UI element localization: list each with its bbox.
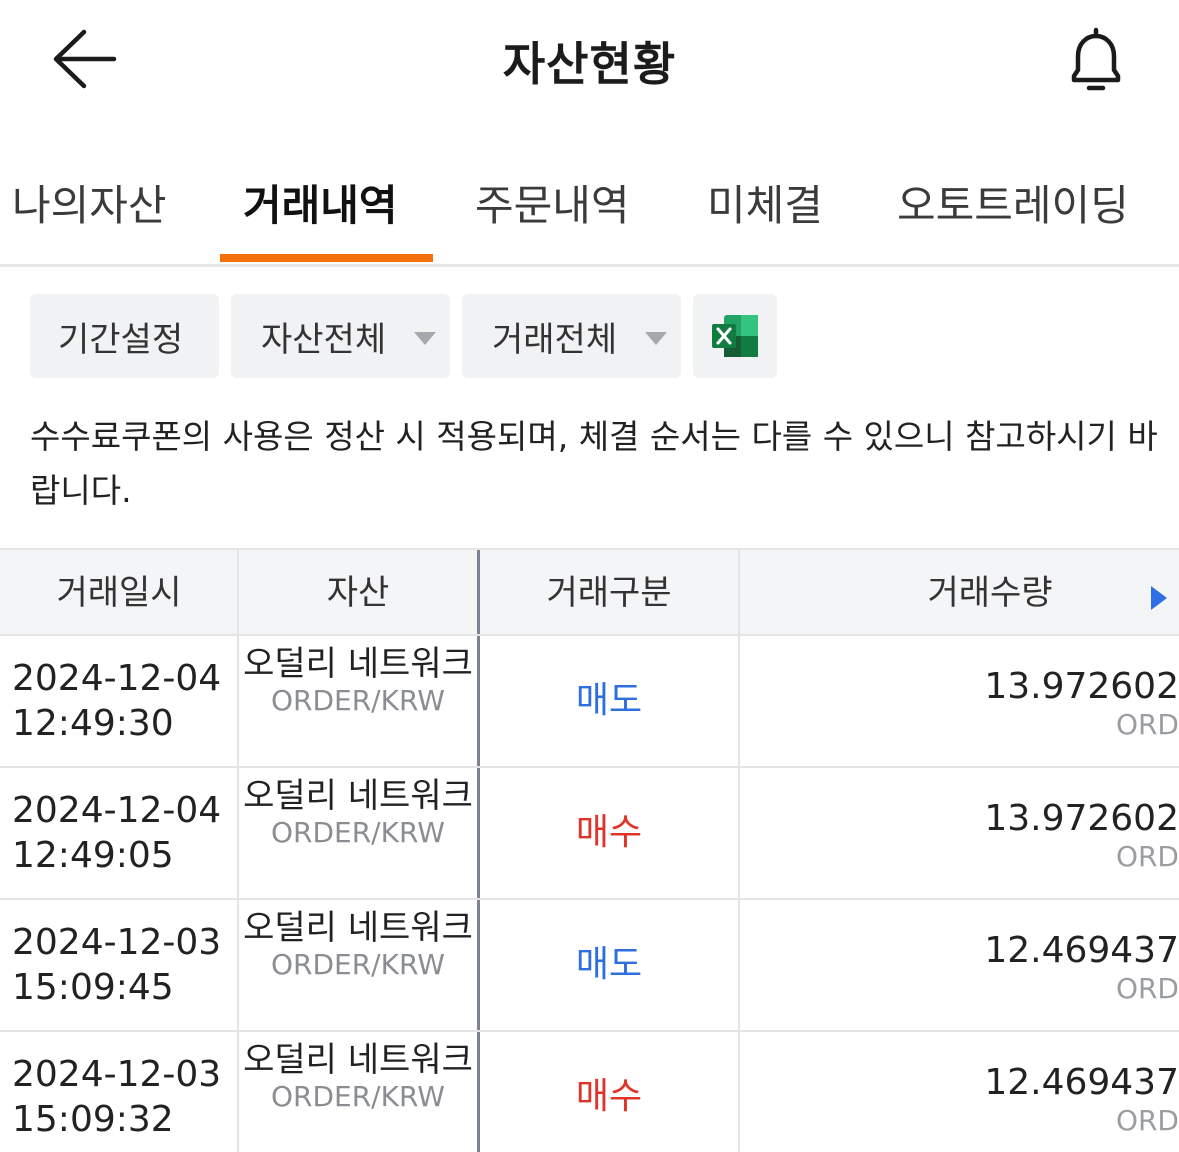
table-header: 거래일시 자산 거래구분 거래수량 <box>0 548 1179 636</box>
quantity-value: 13.972602 <box>984 798 1179 839</box>
quantity-cell: 12.469437 ORD <box>984 930 1179 1006</box>
asset-pair: ORDER/KRW <box>270 816 445 849</box>
column-header-trade-type: 거래구분 <box>546 573 672 613</box>
asset-cell: 오덜리 네트워크 ORDER/KRW <box>240 908 476 982</box>
page-title: 자산현황 <box>502 37 677 91</box>
quantity-cell: 13.972602 ORD <box>984 798 1179 874</box>
column-header-asset: 자산 <box>326 573 390 613</box>
quantity-unit: ORD <box>1115 840 1179 873</box>
quantity-cell: 13.972602 ORD <box>984 666 1179 742</box>
tab-my-assets[interactable]: 나의자산 <box>12 172 167 233</box>
asset-name: 오덜리 네트워크 <box>243 908 473 948</box>
tab-bar: 나의자산 거래내역 주문내역 미체결 오토트레이딩 <box>0 150 1179 267</box>
notification-button[interactable] <box>1060 24 1132 96</box>
quantity-unit: ORD <box>1115 1104 1179 1137</box>
table-row[interactable]: 2024-12-04 12:49:05 오덜리 네트워크 ORDER/KRW 매… <box>0 768 1179 900</box>
asset-cell: 오덜리 네트워크 ORDER/KRW <box>240 776 476 850</box>
trade-datetime: 2024-12-03 15:09:45 <box>12 920 221 1010</box>
asset-pair: ORDER/KRW <box>270 684 445 717</box>
table-row[interactable]: 2024-12-04 12:49:30 오덜리 네트워크 ORDER/KRW 매… <box>0 636 1179 768</box>
excel-icon <box>712 315 758 357</box>
asset-name: 오덜리 네트워크 <box>243 776 473 816</box>
quantity-value: 13.972602 <box>984 666 1179 707</box>
trade-date: 2024-12-04 <box>12 658 222 699</box>
scroll-right-arrow-icon[interactable] <box>1151 586 1167 610</box>
trade-date: 2024-12-04 <box>12 790 222 831</box>
trade-time: 12:49:30 <box>12 703 174 744</box>
tab-order-history[interactable]: 주문내역 <box>475 172 630 233</box>
caret-down-icon <box>645 332 667 345</box>
asset-name: 오덜리 네트워크 <box>243 1040 473 1080</box>
asset-pair: ORDER/KRW <box>270 948 445 981</box>
trade-type: 매도 <box>575 944 643 985</box>
table-row[interactable]: 2024-12-03 15:09:45 오덜리 네트워크 ORDER/KRW 매… <box>0 900 1179 1032</box>
app-header: 자산현황 <box>0 0 1179 120</box>
tab-unfilled[interactable]: 미체결 <box>707 172 823 233</box>
trade-date: 2024-12-03 <box>12 922 222 963</box>
quantity-unit: ORD <box>1115 972 1179 1005</box>
bell-icon <box>1071 27 1121 91</box>
tab-trade-history[interactable]: 거래내역 <box>243 172 398 233</box>
asset-cell: 오덜리 네트워크 ORDER/KRW <box>240 1040 476 1114</box>
trade-type: 매수 <box>575 812 643 853</box>
asset-cell: 오덜리 네트워크 ORDER/KRW <box>240 644 476 718</box>
period-filter-label: 기간설정 <box>58 319 184 360</box>
excel-export-button[interactable] <box>693 294 777 378</box>
trade-type: 매도 <box>575 680 643 721</box>
trade-datetime: 2024-12-04 12:49:05 <box>12 788 221 878</box>
trade-time: 15:09:32 <box>12 1099 174 1140</box>
asset-filter-label: 자산전체 <box>261 319 387 360</box>
period-filter-button[interactable]: 기간설정 <box>30 294 219 378</box>
asset-filter-dropdown[interactable]: 자산전체 <box>231 294 450 378</box>
trade-datetime: 2024-12-03 15:09:32 <box>12 1052 221 1142</box>
trade-date: 2024-12-03 <box>12 1054 222 1095</box>
caret-down-icon <box>414 332 436 345</box>
asset-name: 오덜리 네트워크 <box>243 644 473 684</box>
filter-bar: 기간설정 자산전체 거래전체 <box>0 294 1179 378</box>
trade-history-table: 거래일시 자산 거래구분 거래수량 2024-12-04 12:49:30 오덜… <box>0 548 1179 1152</box>
column-header-datetime: 거래일시 <box>56 573 182 613</box>
asset-pair: ORDER/KRW <box>270 1080 445 1113</box>
active-tab-indicator <box>220 254 433 262</box>
trade-filter-label: 거래전체 <box>492 319 618 360</box>
trade-time: 15:09:45 <box>12 967 174 1008</box>
trade-time: 12:49:05 <box>12 835 174 876</box>
quantity-unit: ORD <box>1115 708 1179 741</box>
quantity-cell: 12.469437 ORD <box>984 1062 1179 1138</box>
quantity-value: 12.469437 <box>984 930 1179 971</box>
trade-type: 매수 <box>575 1076 643 1117</box>
table-row[interactable]: 2024-12-03 15:09:32 오덜리 네트워크 ORDER/KRW 매… <box>0 1032 1179 1152</box>
tab-auto-trading[interactable]: 오토트레이딩 <box>897 172 1129 233</box>
trade-filter-dropdown[interactable]: 거래전체 <box>462 294 681 378</box>
quantity-value: 12.469437 <box>984 1062 1179 1103</box>
fee-coupon-notice: 수수료쿠폰의 사용은 정산 시 적용되며, 체결 순서는 다를 수 있으니 참고… <box>30 417 1158 510</box>
column-header-quantity: 거래수량 <box>927 573 1053 613</box>
trade-datetime: 2024-12-04 12:49:30 <box>12 656 221 746</box>
